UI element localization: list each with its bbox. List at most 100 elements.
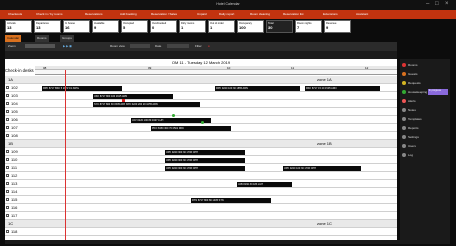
kpi-tile[interactable]: Available 9: [92, 20, 119, 33]
sidebar-item[interactable]: Requests: [402, 80, 448, 87]
row-checkbox[interactable]: [6, 206, 9, 209]
room-label: 115: [11, 197, 18, 202]
kpi-tile[interactable]: Total 30: [266, 20, 293, 33]
booking-event[interactable]: UPK 0220 300 30 1706 CPH: [165, 149, 245, 155]
menu-item[interactable]: Add booking: [120, 12, 137, 16]
menu-item[interactable]: Daily report: [219, 12, 234, 16]
sidebar-item[interactable]: Reports: [402, 125, 448, 132]
room-row[interactable]: 116: [5, 204, 397, 212]
tab-groups[interactable]: Groups: [60, 35, 74, 42]
filter-icon[interactable]: ●: [208, 44, 210, 48]
tick-row: [35, 70, 397, 75]
kpi-tile[interactable]: Dirty rooms 1: [179, 20, 206, 33]
view-select[interactable]: [130, 44, 150, 48]
kpi-tile[interactable]: Arrivals 13: [5, 20, 32, 33]
booking-event[interactable]: UJV 0220 100 80 1627 LUH: [131, 117, 211, 123]
maximize-icon[interactable]: □: [435, 1, 439, 7]
room-row[interactable]: 117: [5, 212, 397, 220]
booking-event[interactable]: RPK 8717 BKK 5 20/3/ 19 3W/G: [42, 85, 122, 91]
room-label: 117: [11, 213, 18, 218]
menu-item[interactable]: Extensions: [323, 12, 338, 16]
kpi-tile[interactable]: Occupancy 100: [237, 20, 264, 33]
row-checkbox[interactable]: [6, 190, 9, 193]
sidebar-item[interactable]: Users: [402, 143, 448, 150]
minimize-icon[interactable]: –: [426, 1, 429, 7]
row-checkbox[interactable]: [6, 182, 9, 185]
booking-event[interactable]: KPK 0220 200 20 1055 ARN: [125, 101, 200, 107]
current-time-line: [65, 70, 66, 240]
row-checkbox[interactable]: [6, 230, 9, 233]
sidebar-item[interactable]: Housekeeping In progress: [402, 89, 448, 96]
booking-event[interactable]: UPK 0220 300 30 1706 CPH: [165, 165, 245, 171]
menu-item[interactable]: Reservations: [85, 12, 103, 16]
menu-item[interactable]: Room cleaning: [250, 12, 270, 16]
row-checkbox[interactable]: [6, 198, 9, 201]
sidebar-item-label: Reports: [408, 126, 419, 130]
room-label: 111: [11, 165, 18, 170]
zone-row[interactable]: 1B zone 1B: [5, 140, 397, 148]
booking-event[interactable]: PKO 8150 300 70 0501 RKK: [151, 125, 231, 131]
room-row[interactable]: 103: [5, 92, 397, 100]
room-row[interactable]: 105: [5, 108, 397, 116]
row-checkbox[interactable]: [6, 102, 9, 105]
filter-row: [5, 51, 397, 58]
kpi-tile[interactable]: In house 16: [63, 20, 90, 33]
sidebar-item[interactable]: Alerts: [402, 98, 448, 105]
kpi-tile[interactable]: Departures 13: [34, 20, 61, 33]
room-label: 107: [11, 125, 18, 130]
room-row[interactable]: 104: [5, 100, 397, 108]
sidebar-item[interactable]: Rooms: [402, 62, 448, 69]
room-row[interactable]: 114: [5, 188, 397, 196]
room-row[interactable]: 112: [5, 172, 397, 180]
status-icon: [402, 72, 406, 76]
close-icon[interactable]: ×: [445, 1, 449, 7]
booking-event[interactable]: RKK 8717 15 20 1505 ARN: [305, 85, 380, 91]
booking-event[interactable]: UPK 0220 100 30 1706 CPH: [283, 165, 361, 171]
row-checkbox[interactable]: [6, 174, 9, 177]
menu-item[interactable]: Checkouts: [8, 12, 22, 16]
tab-calendar[interactable]: Calendar: [5, 35, 22, 42]
menu-item[interactable]: Reservation / Sales: [151, 12, 177, 16]
row-checkbox[interactable]: [6, 158, 9, 161]
row-checkbox[interactable]: [6, 118, 9, 121]
room-row[interactable]: 108: [5, 132, 397, 140]
row-checkbox[interactable]: [6, 166, 9, 169]
sidebar-item[interactable]: Log: [402, 152, 448, 159]
room-label: 108: [11, 133, 18, 138]
sidebar-item[interactable]: Templates: [402, 116, 448, 123]
menu-item[interactable]: Unpaid: [197, 12, 207, 16]
kpi-tile[interactable]: Occupied 5: [121, 20, 148, 33]
row-checkbox[interactable]: [6, 126, 9, 129]
kpi-tile[interactable]: Out of order 1: [208, 20, 235, 33]
zoom-slider[interactable]: [25, 44, 55, 48]
room-row[interactable]: 118: [5, 228, 397, 236]
row-checkbox[interactable]: [6, 214, 9, 217]
zone-row[interactable]: 1C zone 1C: [5, 220, 397, 228]
row-checkbox[interactable]: [6, 150, 9, 153]
booking-event[interactable]: UPK 0220 300 30 1706 CPH: [165, 157, 245, 163]
sidebar-item[interactable]: Notes: [402, 107, 448, 114]
row-checkbox[interactable]: [6, 94, 9, 97]
room-row[interactable]: 113: [5, 180, 397, 188]
zone-row[interactable]: 1A zone 1A: [5, 76, 397, 84]
kpi-tile[interactable]: Overbooked 0: [150, 20, 177, 33]
booking-event[interactable]: DTN 8717 800 80 1405 STN: [191, 197, 271, 203]
kpi-tile[interactable]: Room nights 7: [295, 20, 322, 33]
menu-item[interactable]: Assistant: [356, 12, 368, 16]
booking-event[interactable]: UKK 8717 800 100 1615 ARN: [93, 93, 173, 99]
booking-event[interactable]: RPK 0220 100 30 1855 ARN: [215, 85, 300, 91]
menu-item[interactable]: Reservation list: [283, 12, 304, 16]
booking-event[interactable]: UJB 8160 30 183 LUH: [237, 181, 292, 187]
row-checkbox[interactable]: [6, 110, 9, 113]
sidebar-item[interactable]: Settings: [402, 134, 448, 141]
kpi-value: 0: [152, 25, 155, 30]
date-field[interactable]: [167, 44, 189, 48]
sidebar-item[interactable]: Guests: [402, 71, 448, 78]
kpi-value: 100: [239, 25, 246, 30]
row-checkbox[interactable]: [6, 134, 9, 137]
menu-item[interactable]: Check in / by rooms: [36, 12, 63, 16]
row-checkbox[interactable]: [6, 86, 9, 89]
kpi-tile[interactable]: Revenue 9: [324, 20, 351, 33]
play-icon[interactable]: ▶ ▶ ◼: [63, 44, 72, 48]
tab-rooms[interactable]: Rooms: [35, 35, 49, 42]
